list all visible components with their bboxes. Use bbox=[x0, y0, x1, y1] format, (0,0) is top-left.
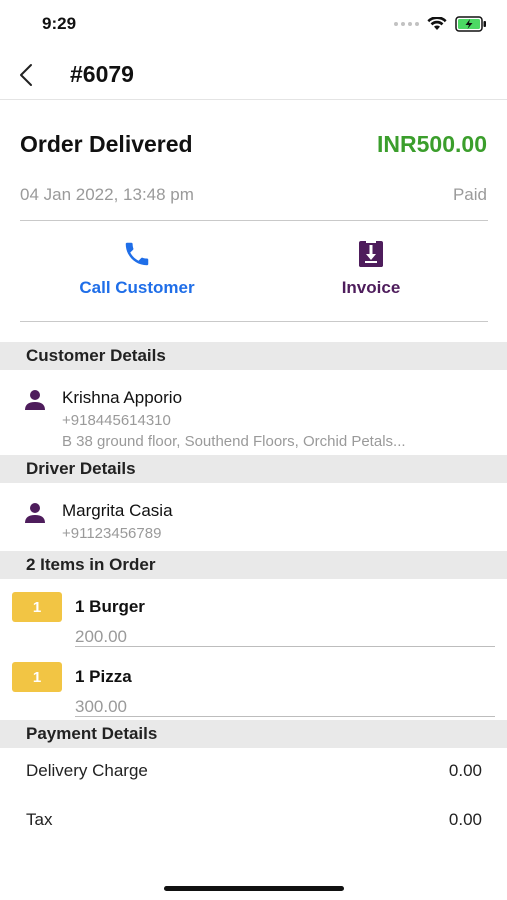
download-icon bbox=[359, 241, 383, 267]
item-divider bbox=[75, 646, 495, 647]
navigation-bar: #6079 bbox=[0, 50, 507, 100]
battery-charging-icon bbox=[455, 16, 486, 32]
call-customer-button[interactable]: Call Customer bbox=[56, 238, 218, 298]
person-icon bbox=[25, 503, 45, 523]
items-header: 2 Items in Order bbox=[0, 551, 507, 579]
delivery-charge-label: Delivery Charge bbox=[26, 761, 148, 780]
item-quantity-badge: 1 bbox=[12, 592, 62, 622]
item-price: 300.00 bbox=[75, 697, 127, 716]
order-date: 04 Jan 2022, 13:48 pm bbox=[20, 185, 194, 204]
item-name: 1 Burger bbox=[75, 597, 145, 616]
wifi-icon bbox=[427, 17, 447, 30]
divider bbox=[20, 321, 488, 322]
delivery-charge-value: 0.00 bbox=[448, 761, 482, 780]
payment-status: Paid bbox=[452, 185, 487, 204]
status-time: 9:29 bbox=[42, 14, 77, 33]
invoice-button[interactable]: Invoice bbox=[320, 238, 422, 298]
customer-address: B 38 ground floor, Southend Floors, Orch… bbox=[62, 433, 406, 450]
customer-phone[interactable]: +918445614310 bbox=[62, 412, 492, 429]
call-customer-label: Call Customer bbox=[79, 278, 195, 297]
tax-label: Tax bbox=[26, 810, 53, 829]
driver-details-header: Driver Details bbox=[0, 455, 507, 483]
chevron-left-icon bbox=[20, 64, 32, 86]
driver-phone[interactable]: +91123456789 bbox=[62, 525, 492, 542]
item-name: 1 Pizza bbox=[75, 667, 132, 686]
status-icons bbox=[394, 16, 487, 32]
back-button[interactable] bbox=[12, 58, 40, 92]
payment-details-header: Payment Details bbox=[0, 720, 507, 748]
phone-icon bbox=[125, 242, 149, 266]
tax-value: 0.00 bbox=[448, 810, 482, 829]
person-icon bbox=[25, 390, 45, 410]
driver-name: Margrita Casia bbox=[62, 501, 173, 520]
customer-details-header: Customer Details bbox=[0, 342, 507, 370]
home-indicator[interactable] bbox=[164, 886, 344, 891]
divider bbox=[20, 220, 488, 221]
invoice-label: Invoice bbox=[341, 278, 401, 297]
order-status: Order Delivered bbox=[20, 131, 193, 157]
order-amount: INR500.00 bbox=[377, 131, 487, 157]
item-price: 200.00 bbox=[75, 627, 127, 646]
order-number-title: #6079 bbox=[70, 61, 134, 87]
status-bar: 9:29 bbox=[0, 0, 507, 50]
item-quantity-badge: 1 bbox=[12, 662, 62, 692]
customer-name: Krishna Apporio bbox=[62, 388, 183, 407]
item-divider bbox=[75, 716, 495, 717]
signal-icon bbox=[394, 22, 419, 26]
